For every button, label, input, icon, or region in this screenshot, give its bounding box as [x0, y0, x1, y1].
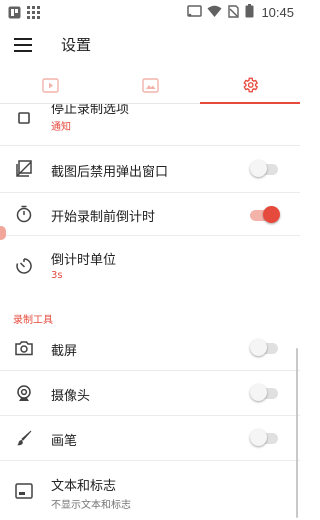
settings-list: 停止录制选项 通知 截图后禁用弹出窗口 开始录制前倒计时 倒计时单位 3s 录制…: [0, 104, 300, 520]
stop-record-option-row[interactable]: 停止录制选项 通知: [0, 104, 300, 145]
webcam-icon: [14, 383, 34, 403]
tab-bar: [0, 66, 300, 104]
camera-icon: [14, 338, 34, 358]
tool-title-webcam: 摄像头: [51, 389, 91, 404]
hamburger-icon: [14, 38, 32, 52]
screenshot-toggle[interactable]: [250, 339, 280, 356]
tool-title-screenshot: 截屏: [51, 344, 78, 359]
countdown-row[interactable]: 开始录制前倒计时: [0, 193, 300, 235]
disable-popup-toggle[interactable]: [250, 160, 280, 177]
toggle-thumb: [250, 160, 267, 177]
image-icon: [141, 77, 159, 93]
battery-icon: [245, 3, 254, 22]
timer-icon: [14, 204, 34, 224]
countdown-unit-value: 3s: [51, 270, 63, 281]
grid-icon: [27, 4, 40, 23]
tool-title-brush: 画笔: [51, 434, 78, 449]
tab-videos[interactable]: [0, 66, 100, 104]
stop-icon: [14, 108, 34, 128]
stop-record-option-value: 通知: [51, 122, 71, 133]
toggle-thumb: [250, 384, 267, 401]
app-bar: 设置: [0, 24, 300, 66]
tab-settings[interactable]: [200, 66, 300, 104]
toggle-thumb: [263, 206, 280, 223]
toggle-thumb: [250, 429, 267, 446]
countdown-title: 开始录制前倒计时: [51, 210, 156, 225]
screenshot-popup-icon: [14, 159, 34, 179]
stop-record-option-title: 停止录制选项: [51, 104, 130, 117]
countdown-toggle[interactable]: [250, 206, 280, 223]
disable-popup-row[interactable]: 截图后禁用弹出窗口: [0, 146, 300, 192]
wifi-icon: [207, 3, 222, 22]
no-sim-icon: [227, 3, 240, 22]
webcam-toggle[interactable]: [250, 384, 280, 401]
toggle-thumb: [250, 339, 267, 356]
text-logo-row[interactable]: 文本和标志 不显示文本和标志: [0, 461, 300, 520]
menu-button[interactable]: [12, 34, 34, 56]
countdown-unit-icon: [14, 256, 34, 276]
tool-row-screenshot[interactable]: 截屏: [0, 326, 300, 370]
text-logo-subtitle: 不显示文本和标志: [51, 500, 131, 511]
brush-toggle[interactable]: [250, 429, 280, 446]
app-notification-icon: [8, 4, 21, 23]
page-title: 设置: [61, 36, 92, 54]
scrollbar[interactable]: [296, 348, 298, 518]
cast-icon: [187, 3, 203, 22]
section-header-recording-tools: 录制工具: [13, 315, 53, 326]
gear-icon: [243, 77, 259, 93]
countdown-unit-title: 倒计时单位: [51, 253, 117, 268]
status-bar: 10:45: [0, 0, 300, 24]
text-logo-icon: [14, 481, 34, 501]
tab-images[interactable]: [100, 66, 200, 104]
brush-icon: [14, 428, 34, 448]
video-icon: [41, 77, 59, 93]
text-logo-title: 文本和标志: [51, 479, 117, 494]
tool-row-brush[interactable]: 画笔: [0, 416, 300, 460]
tool-row-webcam[interactable]: 摄像头: [0, 371, 300, 415]
countdown-unit-row[interactable]: 倒计时单位 3s: [0, 236, 300, 292]
disable-popup-title: 截图后禁用弹出窗口: [51, 165, 169, 180]
status-time: 10:45: [261, 5, 294, 20]
